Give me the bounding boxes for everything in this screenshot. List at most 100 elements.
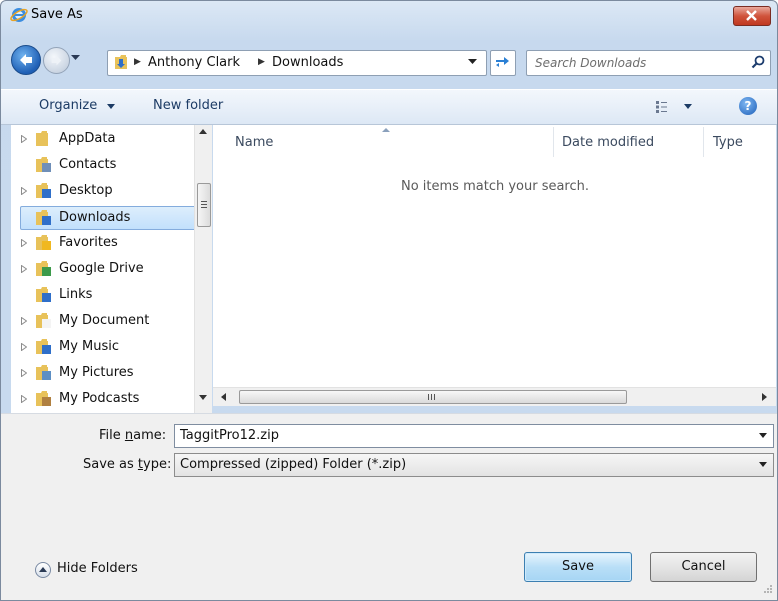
help-icon[interactable]: ?	[739, 97, 757, 115]
horizontal-scroll-thumb[interactable]	[239, 390, 627, 404]
breadcrumb-separator-icon: ▶	[258, 57, 265, 67]
scroll-right-arrow-icon[interactable]	[762, 393, 767, 401]
scroll-grip-icon	[201, 201, 207, 208]
forward-arrow-icon	[51, 55, 62, 66]
downloads-folder-icon	[115, 55, 127, 69]
expand-arrow-icon[interactable]	[21, 135, 27, 143]
sort-ascending-icon	[382, 128, 390, 132]
address-dropdown-icon[interactable]	[468, 59, 477, 65]
expand-arrow-icon[interactable]	[21, 239, 27, 247]
refresh-icon	[496, 57, 509, 67]
search-box	[526, 50, 771, 76]
nav-item-appdata[interactable]: AppData	[21, 128, 201, 150]
nav-item-label: My Music	[59, 339, 120, 354]
scroll-grip-icon	[428, 394, 435, 400]
search-icon[interactable]	[751, 55, 765, 69]
nav-item-label: My Document	[59, 313, 150, 328]
breadcrumb-anthony-clark[interactable]: Anthony Clark	[148, 55, 240, 70]
column-header-type[interactable]: Type	[713, 135, 743, 150]
nav-item-downloads[interactable]: Downloads	[20, 206, 205, 230]
file-name-label: File name:	[99, 428, 167, 443]
navigation-pane[interactable]: AppData Contacts Desktop Downloads Favorites…	[11, 125, 212, 413]
title-bar[interactable]: Save As	[1, 1, 777, 29]
close-button[interactable]	[733, 6, 771, 26]
navigation-bar: ▶ Anthony Clark ▶ Downloads	[1, 41, 777, 81]
collapse-circle-icon	[35, 562, 51, 578]
nav-item-label: Favorites	[59, 235, 118, 250]
file-name-dropdown-icon[interactable]	[759, 433, 767, 438]
recent-pages-dropdown-icon[interactable]	[71, 55, 80, 61]
podcasts-folder-icon	[36, 391, 51, 406]
empty-folder-message: No items match your search.	[401, 179, 590, 194]
column-header-name[interactable]: Name	[235, 135, 273, 150]
change-view-icon[interactable]	[656, 100, 696, 114]
cancel-button[interactable]: Cancel	[650, 552, 757, 582]
nav-item-label: Links	[59, 287, 93, 302]
nav-item-favorites[interactable]: Favorites	[21, 232, 201, 254]
nav-item-label: Contacts	[59, 157, 117, 172]
pictures-folder-icon	[36, 365, 51, 380]
navigation-pane-scrollbar[interactable]	[194, 125, 212, 413]
organize-button[interactable]: Organize	[39, 98, 97, 113]
nav-item-my-podcasts[interactable]: My Podcasts	[21, 388, 201, 410]
nav-item-links[interactable]: Links	[21, 284, 201, 306]
nav-item-my-pictures[interactable]: My Pictures	[21, 362, 201, 384]
new-folder-button[interactable]: New folder	[153, 98, 223, 113]
nav-item-label: My Pictures	[59, 365, 134, 380]
nav-item-label: Downloads	[59, 210, 131, 225]
search-input[interactable]	[533, 53, 737, 73]
breadcrumb-separator-icon: ▶	[134, 57, 141, 67]
favorites-folder-icon	[36, 235, 51, 250]
column-divider[interactable]	[553, 127, 554, 157]
save-as-type-dropdown-icon[interactable]	[759, 462, 767, 467]
file-list-pane[interactable]: Name Date modified Type No items match y…	[213, 125, 776, 395]
links-folder-icon	[36, 287, 51, 302]
documents-folder-icon	[36, 313, 51, 328]
back-arrow-icon	[20, 54, 32, 66]
scroll-up-arrow-icon[interactable]	[199, 129, 207, 134]
scroll-left-arrow-icon[interactable]	[221, 393, 226, 401]
back-button[interactable]	[11, 45, 41, 75]
file-list-horizontal-scrollbar[interactable]	[213, 387, 776, 406]
column-divider[interactable]	[703, 127, 704, 157]
nav-item-label: AppData	[59, 131, 116, 146]
save-button[interactable]: Save	[524, 552, 632, 582]
expand-arrow-icon[interactable]	[21, 343, 27, 351]
expand-arrow-icon[interactable]	[21, 317, 27, 325]
contacts-folder-icon	[36, 157, 51, 172]
save-as-type-label: Save as type:	[83, 457, 172, 472]
save-as-type-select[interactable]: Compressed (zipped) Folder (*.zip)	[174, 453, 774, 477]
organize-dropdown-icon	[107, 104, 115, 109]
close-icon	[746, 10, 757, 21]
expand-arrow-icon[interactable]	[21, 265, 27, 273]
nav-item-desktop[interactable]: Desktop	[21, 180, 201, 202]
nav-item-my-music[interactable]: My Music	[21, 336, 201, 358]
column-header-date-modified[interactable]: Date modified	[562, 135, 654, 150]
nav-item-google-drive[interactable]: Google Drive	[21, 258, 201, 280]
resize-grip-icon[interactable]	[763, 584, 773, 594]
file-name-field[interactable]: TaggitPro12.zip	[174, 424, 774, 448]
hide-folders-label: Hide Folders	[57, 561, 138, 576]
downloads-folder-icon	[36, 210, 51, 225]
file-name-value[interactable]: TaggitPro12.zip	[180, 428, 279, 443]
internet-explorer-icon	[10, 8, 28, 22]
address-bar[interactable]: ▶ Anthony Clark ▶ Downloads	[107, 50, 487, 76]
refresh-button[interactable]	[490, 50, 516, 76]
window-title: Save As	[31, 7, 83, 22]
nav-item-label: Google Drive	[59, 261, 144, 276]
google-drive-folder-icon	[36, 261, 51, 276]
expand-arrow-icon[interactable]	[21, 369, 27, 377]
nav-item-my-document[interactable]: My Document	[21, 310, 201, 332]
save-as-type-value: Compressed (zipped) Folder (*.zip)	[180, 457, 407, 472]
save-as-dialog: Save As ▶ Anthony Clark ▶ Downloads Sear…	[0, 0, 778, 601]
nav-item-label: Desktop	[59, 183, 113, 198]
folder-icon	[36, 131, 48, 146]
scroll-thumb[interactable]	[197, 183, 211, 227]
nav-item-contacts[interactable]: Contacts	[21, 154, 201, 176]
expand-arrow-icon[interactable]	[21, 187, 27, 195]
scroll-down-arrow-icon[interactable]	[199, 395, 207, 400]
music-folder-icon	[36, 339, 51, 354]
forward-button[interactable]	[43, 47, 70, 74]
breadcrumb-downloads[interactable]: Downloads	[272, 55, 343, 70]
expand-arrow-icon[interactable]	[21, 395, 27, 403]
